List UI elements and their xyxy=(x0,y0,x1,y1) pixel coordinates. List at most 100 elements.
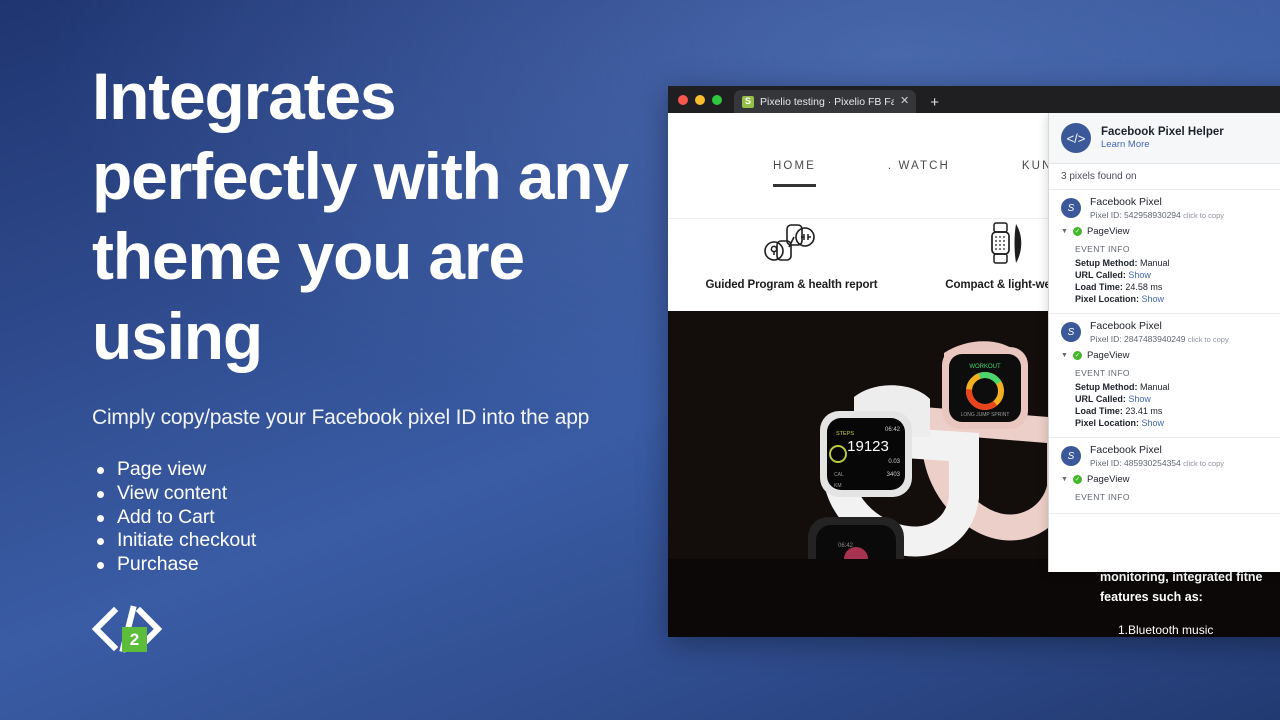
success-check-icon: ✓ xyxy=(1072,351,1082,360)
pixel-name: Facebook Pixel xyxy=(1090,444,1162,456)
pixel-id-value: 485930254354 xyxy=(1124,458,1181,468)
svg-text:06:42: 06:42 xyxy=(838,543,854,549)
info-show-link[interactable]: Show xyxy=(1128,270,1151,280)
promo-subtitle: Cimply copy/paste your Facebook pixel ID… xyxy=(92,406,590,429)
event-info-label: EVENT INFO xyxy=(1075,244,1130,254)
event-name: PageView xyxy=(1086,474,1130,485)
learn-more-link[interactable]: Learn More xyxy=(1101,139,1224,150)
description-line-2: features such as: xyxy=(1100,590,1203,604)
event-name: PageView xyxy=(1086,350,1130,361)
pixel-id-value: 542958930294 xyxy=(1124,210,1181,220)
info-key: Pixel Location: xyxy=(1075,294,1140,304)
svg-text:0.03: 0.03 xyxy=(888,459,900,465)
info-pixel-location: Pixel Location: Show xyxy=(1075,293,1280,305)
info-load-time: Load Time: 23.41 ms xyxy=(1075,405,1280,417)
pixel-id[interactable]: Pixel ID: 2847483940249 click to copy xyxy=(1090,334,1229,344)
pixel-id-prefix: Pixel ID: xyxy=(1090,334,1122,344)
pixel-helper-title: Facebook Pixel Helper xyxy=(1101,126,1224,138)
info-value: Manual xyxy=(1140,382,1170,392)
info-url-called: URL Called: Show xyxy=(1075,393,1280,405)
pixel-icon: S xyxy=(1061,446,1081,466)
info-value: 24.58 ms xyxy=(1125,282,1163,292)
page-title: Integrates perfectly with any theme you … xyxy=(92,59,629,373)
click-to-copy-hint: click to copy xyxy=(1183,459,1224,468)
pixel-entry: S Facebook Pixel Pixel ID: 2847483940249… xyxy=(1049,314,1280,438)
close-window-icon[interactable] xyxy=(678,94,688,105)
chevron-down-icon[interactable]: ▼ xyxy=(1061,228,1068,235)
pixels-found-status: 3 pixels found on xyxy=(1049,164,1280,190)
list-item: Add to Cart xyxy=(92,506,672,530)
feature-guided-program: Guided Program & health report xyxy=(684,219,899,311)
list-item: Purchase xyxy=(92,553,672,577)
success-check-icon: ✓ xyxy=(1072,475,1082,484)
pixel-id[interactable]: Pixel ID: 485930254354 click to copy xyxy=(1090,458,1224,468)
svg-text:KM: KM xyxy=(834,483,842,489)
svg-text:06:42: 06:42 xyxy=(885,427,901,433)
info-key: Load Time: xyxy=(1075,406,1123,416)
guided-program-icon xyxy=(763,224,815,261)
info-value: Manual xyxy=(1140,258,1170,268)
feature-label: Guided Program & health report xyxy=(705,279,878,291)
minimize-window-icon[interactable] xyxy=(695,94,705,105)
event-info-list: Setup Method: Manual URL Called: Show Lo… xyxy=(1075,381,1280,429)
pixel-id[interactable]: Pixel ID: 542958930294 click to copy xyxy=(1090,210,1224,220)
info-load-time: Load Time: 24.58 ms xyxy=(1075,281,1280,293)
pixel-header: S Facebook Pixel Pixel ID: 2847483940249… xyxy=(1061,320,1280,344)
info-show-link[interactable]: Show xyxy=(1142,418,1165,428)
window-controls[interactable] xyxy=(678,86,734,113)
tab-title: Pixelio testing · Pixelio FB Face xyxy=(760,95,894,108)
svg-text:STEPS: STEPS xyxy=(836,431,854,437)
browser-tab[interactable]: S Pixelio testing · Pixelio FB Face ✕ xyxy=(734,90,917,113)
list-item: Page view xyxy=(92,458,672,482)
maximize-window-icon[interactable] xyxy=(712,94,722,105)
info-show-link[interactable]: Show xyxy=(1128,394,1151,404)
info-key: URL Called: xyxy=(1075,270,1126,280)
info-setup-method: Setup Method: Manual xyxy=(1075,381,1280,393)
pixel-name: Facebook Pixel xyxy=(1090,320,1162,332)
facebook-pixel-helper-panel: </> Facebook Pixel Helper Learn More 3 p… xyxy=(1048,113,1280,572)
pixel-id-prefix: Pixel ID: xyxy=(1090,458,1122,468)
nav-item-watch[interactable]: . WATCH xyxy=(888,160,950,172)
svg-text:19123: 19123 xyxy=(847,438,889,455)
list-item: Initiate checkout xyxy=(92,529,672,553)
svg-text:CAL: CAL xyxy=(834,472,844,478)
info-pixel-location: Pixel Location: Show xyxy=(1075,417,1280,429)
pixel-entry: S Facebook Pixel Pixel ID: 485930254354 … xyxy=(1049,438,1280,514)
compact-watch-icon xyxy=(990,222,1021,264)
pixel-id-value: 2847483940249 xyxy=(1124,334,1186,344)
pixel-header: S Facebook Pixel Pixel ID: 485930254354 … xyxy=(1061,444,1280,468)
svg-text:LONG JUMP SPRINT: LONG JUMP SPRINT xyxy=(961,412,1010,418)
click-to-copy-hint: click to copy xyxy=(1183,211,1224,220)
chevron-down-icon[interactable]: ▼ xyxy=(1061,476,1068,483)
promo-panel: Integrates perfectly with any theme you … xyxy=(92,56,672,653)
svg-text:WORKOUT: WORKOUT xyxy=(969,364,1001,370)
click-to-copy-hint: click to copy xyxy=(1187,335,1229,344)
event-info-label: EVENT INFO xyxy=(1075,492,1130,502)
browser-viewport: HOME . WATCH KUNDENREZENS Guided Program… xyxy=(668,113,1280,637)
nav-item-home[interactable]: HOME xyxy=(773,160,816,187)
info-url-called: URL Called: Show xyxy=(1075,269,1280,281)
event-name: PageView xyxy=(1086,226,1130,237)
svg-text:3403: 3403 xyxy=(887,472,901,478)
info-setup-method: Setup Method: Manual xyxy=(1075,257,1280,269)
list-item: View content xyxy=(92,482,672,506)
chevron-down-icon[interactable]: ▼ xyxy=(1061,352,1068,359)
close-tab-icon[interactable]: ✕ xyxy=(900,96,909,107)
pixel-name: Facebook Pixel xyxy=(1090,196,1162,208)
info-show-link[interactable]: Show xyxy=(1142,294,1165,304)
info-key: Load Time: xyxy=(1075,282,1123,292)
code-brackets-icon: </> xyxy=(1061,123,1091,153)
info-key: Setup Method: xyxy=(1075,382,1138,392)
new-tab-button[interactable]: + xyxy=(930,95,939,110)
event-row[interactable]: ▼ ✓ PageView xyxy=(1061,226,1280,237)
event-info-list: Setup Method: Manual URL Called: Show Lo… xyxy=(1075,257,1280,305)
event-row[interactable]: ▼ ✓ PageView xyxy=(1061,350,1280,361)
pixel-header: S Facebook Pixel Pixel ID: 542958930294 … xyxy=(1061,196,1280,220)
description-item: 1.Bluetooth music xyxy=(1118,623,1214,637)
app-logo: 2 xyxy=(92,605,162,653)
info-key: Setup Method: xyxy=(1075,258,1138,268)
pixel-entry: S Facebook Pixel Pixel ID: 542958930294 … xyxy=(1049,190,1280,314)
info-key: Pixel Location: xyxy=(1075,418,1140,428)
event-row[interactable]: ▼ ✓ PageView xyxy=(1061,474,1280,485)
event-list: Page view View content Add to Cart Initi… xyxy=(92,458,672,577)
